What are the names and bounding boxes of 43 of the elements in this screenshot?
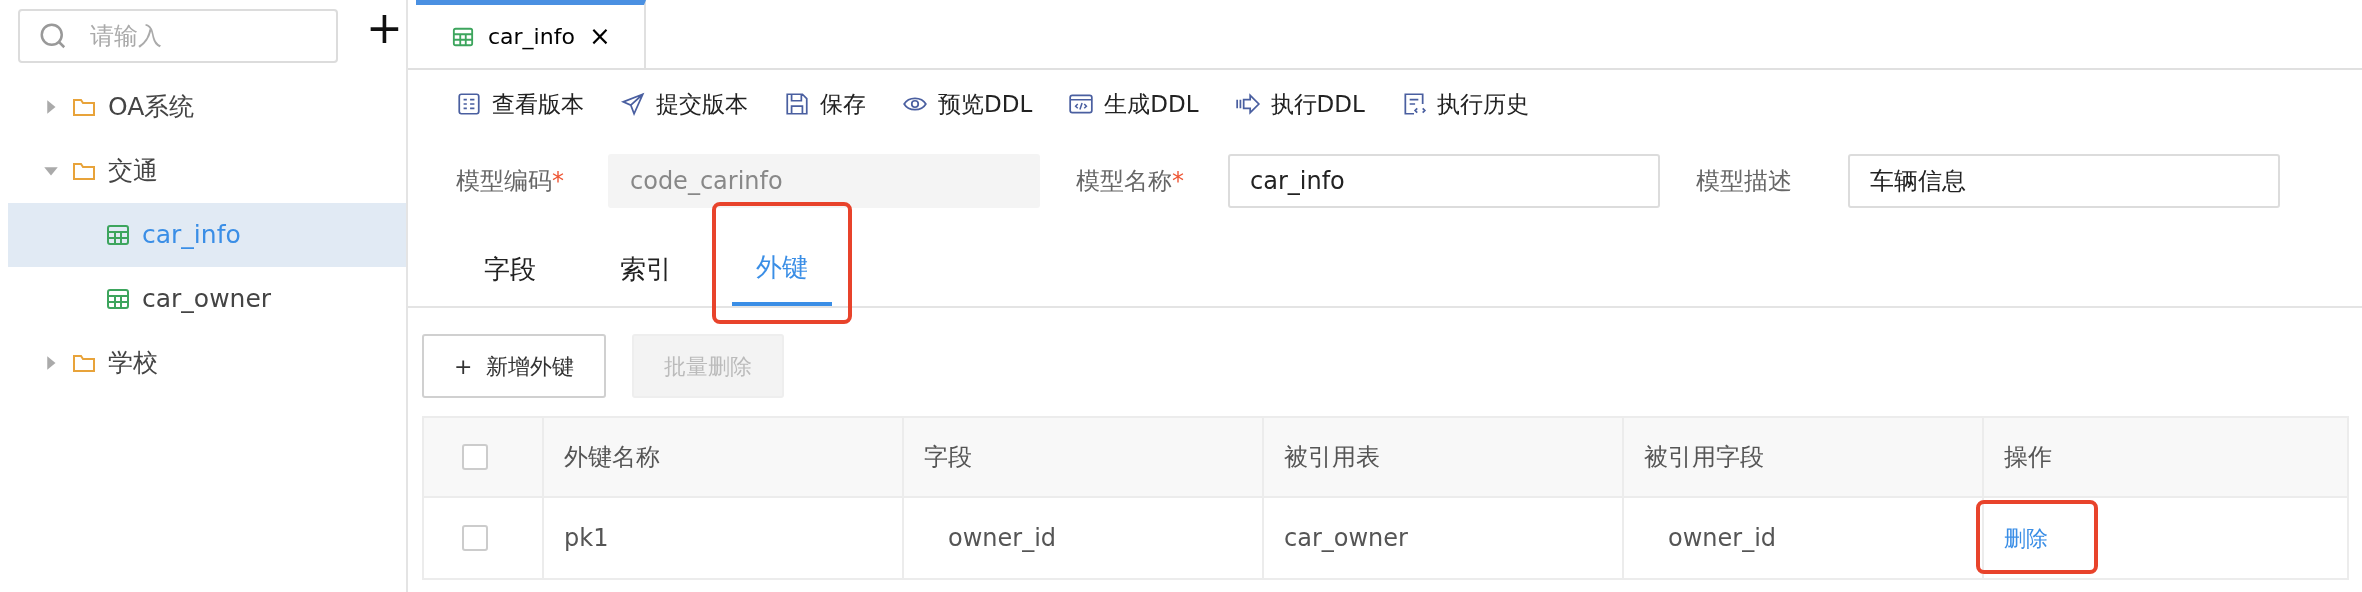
code-icon (1068, 91, 1095, 117)
toolbar-button[interactable]: 查看版本 (456, 78, 584, 130)
search-icon (38, 21, 68, 51)
field-label: 模型名称* (1076, 166, 1185, 197)
input-field[interactable]: car_info (1228, 154, 1660, 208)
list-icon (456, 91, 482, 117)
tab[interactable]: 索引 (596, 232, 696, 306)
checkbox[interactable] (462, 525, 488, 551)
column-header: 字段 (904, 418, 1264, 496)
tab[interactable]: 字段 (460, 232, 560, 306)
tree-item[interactable]: car_owner (8, 267, 406, 331)
table-cell: owner_id (1624, 498, 1984, 578)
close-icon[interactable]: × (588, 17, 611, 56)
table-icon (106, 223, 130, 247)
column-header: 外键名称 (544, 418, 904, 496)
toolbar-button[interactable]: 生成DDL (1068, 78, 1199, 130)
toolbar-button[interactable]: 执行DDL (1234, 78, 1365, 130)
tree-item[interactable]: 学校 (8, 331, 406, 395)
action-button[interactable]: + 新增外键 (422, 334, 607, 398)
tree-item[interactable]: OA系统 (8, 75, 406, 139)
search-field[interactable]: 请输入 (18, 9, 338, 63)
table-cell: car_owner (1264, 498, 1624, 578)
save-icon (784, 91, 810, 117)
field-label: 模型描述 (1696, 166, 1793, 197)
toolbar-button[interactable]: 执行历史 (1400, 78, 1529, 130)
send-icon (620, 91, 646, 117)
table-icon (452, 25, 474, 48)
toolbar-button[interactable]: 保存 (784, 78, 866, 130)
column-header: 被引用表 (1264, 418, 1624, 496)
table-cell: pk1 (544, 498, 904, 578)
column-header: 被引用字段 (1624, 418, 1984, 496)
field-label: 模型编码* (456, 166, 565, 197)
checkbox[interactable] (462, 444, 488, 470)
table-cell: owner_id (904, 498, 1264, 578)
toolbar-button[interactable]: 预览DDL (902, 78, 1033, 130)
tree-item[interactable]: 交通 (8, 139, 406, 203)
column-header: 操作 (2003, 442, 2053, 473)
toolbar-button[interactable]: 提交版本 (620, 78, 748, 130)
add-button[interactable]: + (366, 6, 403, 50)
editor-tab[interactable]: car_info × (416, 0, 646, 68)
input-field[interactable]: 车辆信息 (1848, 154, 2280, 208)
arrow-icon (1234, 91, 1261, 117)
table-icon (106, 287, 130, 311)
